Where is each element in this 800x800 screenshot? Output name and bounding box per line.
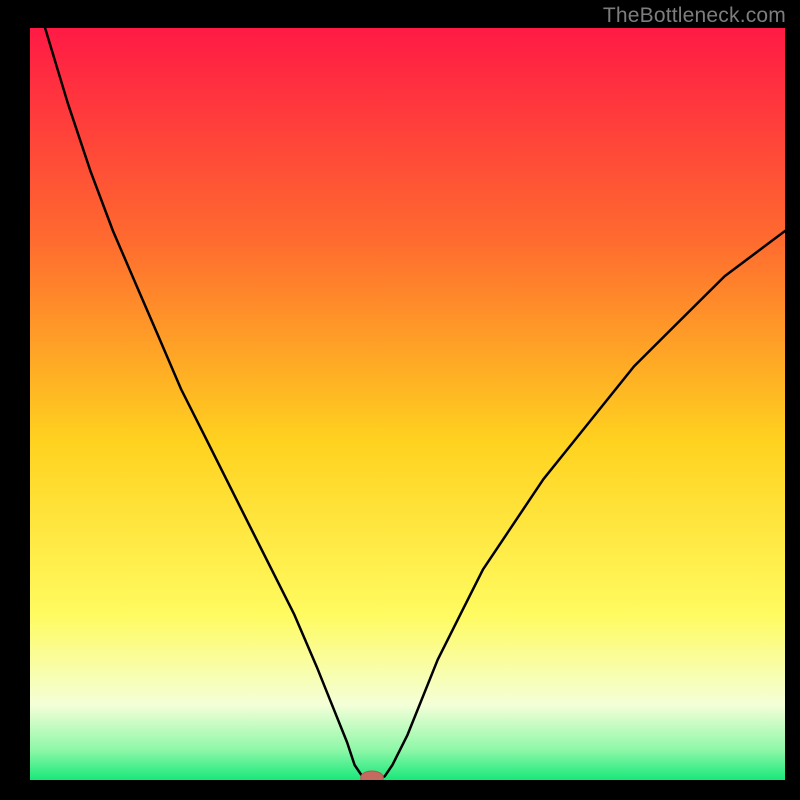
gradient-plot-area (30, 28, 785, 780)
optimal-point-marker (361, 771, 384, 785)
chart-frame: TheBottleneck.com (0, 0, 800, 800)
watermark-text: TheBottleneck.com (603, 4, 786, 28)
bottleneck-chart-svg (0, 0, 800, 800)
